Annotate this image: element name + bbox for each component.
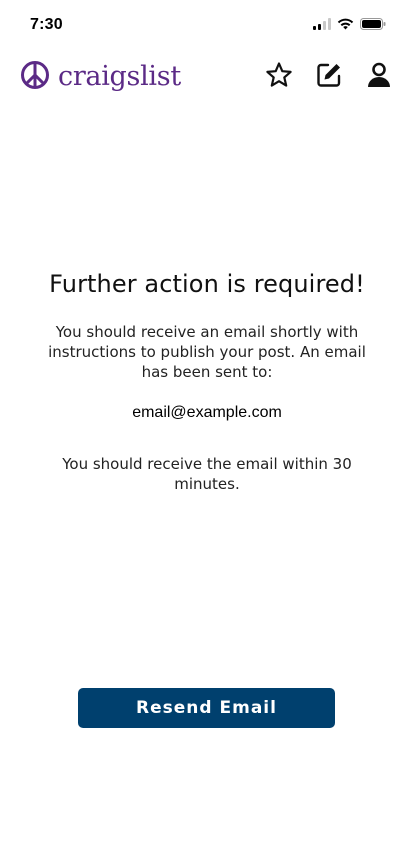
wifi-icon	[337, 18, 354, 30]
status-time: 7:30	[30, 16, 63, 33]
app-header: craigslist	[0, 52, 414, 102]
status-bar: 7:30	[0, 0, 414, 50]
craigslist-logo[interactable]: craigslist	[20, 60, 181, 94]
cellular-signal-icon	[313, 18, 331, 30]
header-actions	[264, 62, 394, 92]
delivery-time-note: You should receive the email within 30 m…	[62, 455, 352, 493]
logo-text: craigslist	[58, 61, 181, 92]
star-icon	[265, 61, 293, 93]
instructions-text: You should receive an email shortly with…	[48, 323, 366, 381]
post-button[interactable]	[314, 62, 344, 92]
status-icons	[313, 18, 386, 30]
confirmation-content: Further action is required! You should r…	[0, 270, 414, 494]
battery-icon	[360, 18, 386, 30]
favorites-button[interactable]	[264, 62, 294, 92]
peace-sign-icon	[20, 60, 50, 94]
email-address: email@example.com	[132, 404, 282, 421]
user-icon	[365, 61, 393, 93]
page-title: Further action is required!	[49, 270, 365, 298]
account-button[interactable]	[364, 62, 394, 92]
edit-icon	[315, 61, 343, 93]
resend-email-button[interactable]: Resend Email	[78, 688, 335, 728]
